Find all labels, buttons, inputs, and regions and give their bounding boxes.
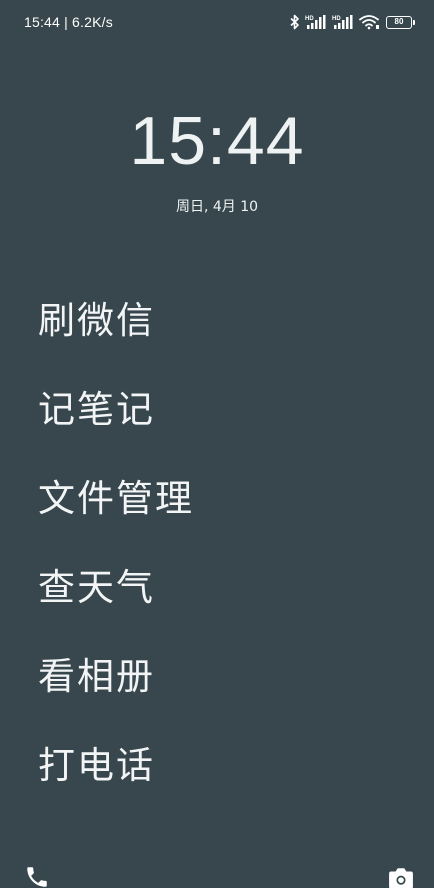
shortcut-phone-call[interactable]: 打电话 (38, 735, 398, 824)
lockscreen-date: 周日, 4月 10 (175, 199, 259, 215)
lockscreen-clock: 15:44 (129, 103, 305, 179)
status-time-speed: 15:44 | 6.2K/s (24, 14, 113, 30)
battery-icon: 80 (386, 15, 415, 29)
svg-text:HD: HD (305, 16, 314, 22)
lock-screen: 15:44 | 6.2K/s HD HD 80 15:44 周日, 4月 10 … (0, 0, 434, 888)
bluetooth-icon (290, 14, 299, 30)
phone-icon[interactable] (24, 864, 50, 888)
signal-hd-icon: HD (305, 15, 326, 29)
wifi-icon (359, 15, 379, 30)
shortcut-notes[interactable]: 记笔记 (38, 379, 398, 468)
shortcut-file-manager[interactable]: 文件管理 (38, 468, 398, 557)
shortcut-list: 刷微信 记笔记 文件管理 查天气 看相册 打电话 (38, 290, 398, 824)
status-icons: HD HD 80 (290, 12, 415, 32)
status-bar: 15:44 | 6.2K/s HD HD 80 (0, 0, 434, 46)
shortcut-gallery[interactable]: 看相册 (38, 646, 398, 735)
signal-hd-icon: HD (332, 15, 353, 29)
shortcut-wechat[interactable]: 刷微信 (38, 290, 398, 379)
camera-icon[interactable] (388, 866, 414, 888)
battery-level: 80 (394, 17, 404, 26)
shortcut-weather[interactable]: 查天气 (38, 557, 398, 646)
svg-text:HD: HD (332, 16, 341, 22)
